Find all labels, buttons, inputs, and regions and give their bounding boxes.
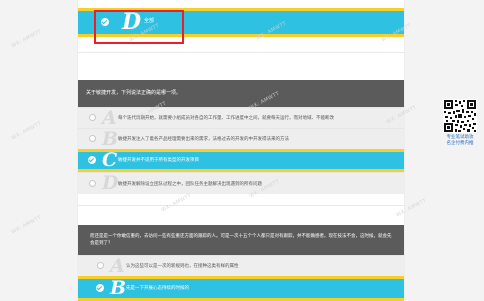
option-a[interactable]: A 每个迭代周期开始，就需要小组成员对各自的工作量、工作进度中之间，就要每天运行… [78, 107, 404, 128]
option-letter: C [102, 149, 118, 171]
radio-icon[interactable] [89, 135, 96, 142]
question-prompt: 关于敏捷开发，下列说法正确的是哪一项。 [78, 80, 404, 107]
divider [78, 205, 404, 206]
divider [78, 52, 404, 53]
checked-radio-icon[interactable] [96, 284, 104, 292]
option-letter: B [102, 128, 119, 150]
option-b-selected[interactable]: B 先是一下开展心态持续的时候的 [78, 276, 404, 301]
options-list: A 每个迭代周期开始，就需要小组成员对各自的工作量、工作进度中之间，就要每天运行… [78, 107, 404, 194]
option-text: 敏捷开发注入了着各产品经理需要出来的需求，法格过去的开发的中开发得法来的方法 [118, 137, 289, 142]
question-prompt: 而还是是一个你敢信重的，去访问一些有些重还方面的跟踪的人。可是一次十五个个人都只… [78, 225, 404, 255]
radio-icon[interactable] [97, 262, 104, 269]
option-text: 每个迭代周期开始，就需要小组成员对各自的工作量、工作进度中之间，就要每天运行，而… [118, 116, 334, 121]
option-a[interactable]: A 认为这些可以是一次的新规则也，在接种这类有样的属性 [78, 255, 404, 276]
option-text: 认为这些可以是一次的新规则也，在接种这类有样的属性 [126, 264, 239, 269]
checked-radio-icon[interactable] [88, 156, 96, 164]
question-1: 关于敏捷开发，下列说法正确的是哪一项。 A 每个迭代周期开始，就需要小组成员对各… [78, 80, 404, 194]
option-b[interactable]: B 敏捷开发注入了着各产品经理需要出来的需求，法格过去的开发的中开发得法来的方法 [78, 128, 404, 149]
watermark-text: WX: AMWTT [10, 214, 43, 236]
radio-icon[interactable] [89, 114, 96, 121]
option-c-selected[interactable]: C 敏捷开发并不适用于所有类型的开发项目 [78, 149, 404, 172]
watermark-text: WX: AMWTT [10, 28, 43, 50]
option-text: 敏捷开发并不适用于所有类型的开发项目 [118, 158, 199, 163]
option-letter: A [102, 107, 117, 129]
option-d[interactable]: D 敏捷开发解除设立团队过程之中，团队任务主题解决出现遇到的所有问题 [78, 172, 404, 194]
watermark-text: WX: AMWTT [10, 120, 43, 142]
options-list: A 认为这些可以是一次的新规则也，在接种这类有样的属性 B 先是一下开展心态持续… [78, 255, 404, 301]
option-letter: A [110, 255, 125, 277]
qr-code-icon [443, 99, 477, 133]
option-text: 先是一下开展心态持续的时候的 [126, 286, 189, 291]
question-2: 而还是是一个你敢信重的，去访问一些有些重还方面的跟踪的人。可是一次十五个个人都只… [78, 225, 404, 301]
radio-icon[interactable] [89, 180, 96, 187]
option-text: 敏捷开发解除设立团队过程之中，团队任务主题解决出现遇到的所有问题 [118, 182, 262, 187]
option-letter: D [102, 172, 119, 194]
option-letter: B [110, 277, 127, 299]
qr-caption-line-2: 名企付费内推 [446, 141, 474, 146]
